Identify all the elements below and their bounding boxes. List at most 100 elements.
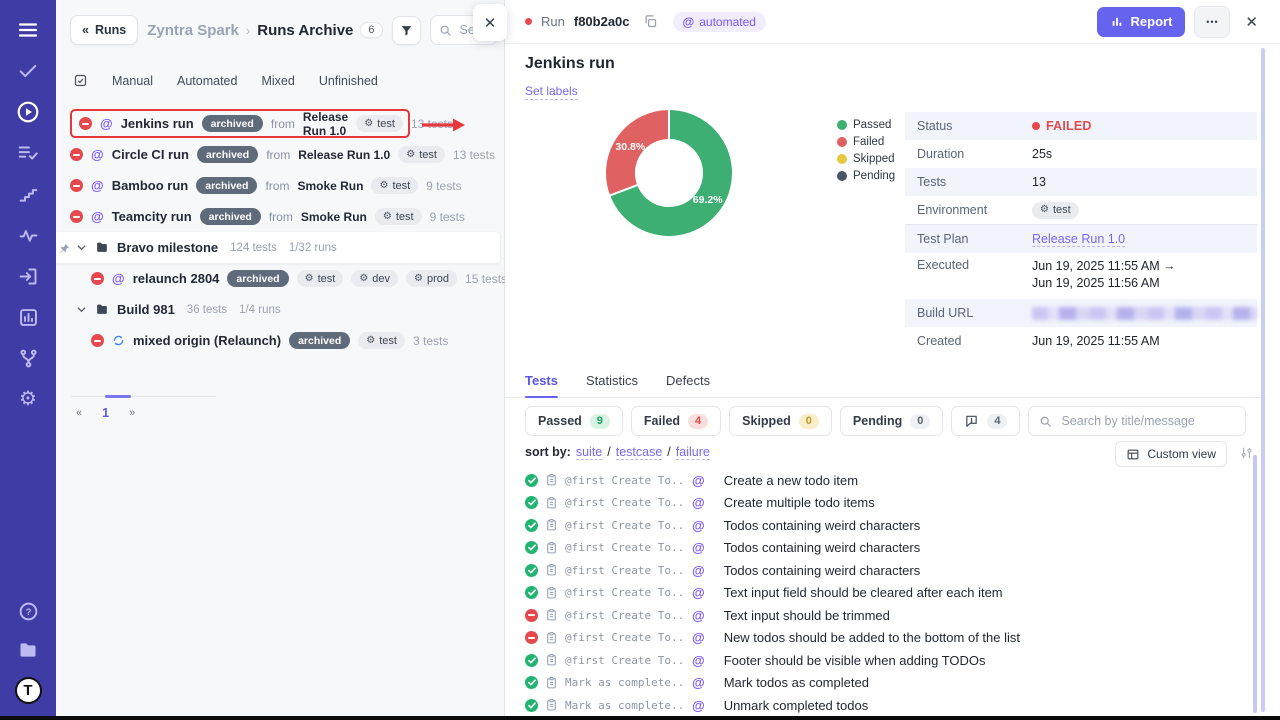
test-row[interactable]: @first Create To... @ Text input field s… <box>525 582 1245 605</box>
steps-icon[interactable] <box>16 182 40 206</box>
environment-badge: ⚙test <box>297 270 344 287</box>
legend-item-pending[interactable]: Pending <box>837 170 895 182</box>
legend-item-failed[interactable]: Failed <box>837 136 895 148</box>
filter-comments-button[interactable]: 4 <box>951 406 1020 436</box>
copy-run-id-button[interactable] <box>643 14 658 29</box>
test-row[interactable]: @first Create To... @ Text input should … <box>525 604 1245 627</box>
panel-scrollbar[interactable] <box>1261 48 1265 712</box>
automated-at-icon: @ <box>692 541 705 554</box>
tests-search-box[interactable] <box>1028 406 1246 436</box>
custom-view-button[interactable]: Custom view <box>1115 441 1227 467</box>
tab-defects[interactable]: Defects <box>666 373 710 397</box>
run-row[interactable]: @ Teamcity run archived from Smoke Run ⚙… <box>70 201 500 232</box>
breadcrumb-project[interactable]: Zyntra Spark <box>147 22 239 39</box>
run-row[interactable]: @ Circle CI run archived from Release Ru… <box>70 139 500 170</box>
test-row[interactable]: Mark as complete... @ Unmark completed t… <box>525 694 1245 717</box>
from-label: from <box>265 179 289 193</box>
tab-tests[interactable]: Tests <box>525 373 558 397</box>
run-type-tab-mixed[interactable]: Mixed <box>261 74 294 88</box>
filter-count-badge: 4 <box>987 414 1007 429</box>
chevron-down-icon[interactable] <box>76 242 87 253</box>
test-row[interactable]: @first Create To... @ Todos containing w… <box>525 559 1245 582</box>
tests-search-input[interactable] <box>1059 413 1235 429</box>
close-detail-button[interactable]: ✕ <box>1245 13 1258 31</box>
run-name: Teamcity run <box>112 209 192 224</box>
filter-pending-button[interactable]: Pending 0 <box>840 406 943 436</box>
run-row[interactable]: @ Bamboo run archived from Smoke Run ⚙te… <box>70 170 500 201</box>
testcase-clipboard-icon <box>545 541 558 555</box>
search-icon <box>1039 415 1052 428</box>
tab-statistics[interactable]: Statistics <box>586 373 638 397</box>
testcase-clipboard-icon <box>545 631 558 645</box>
funnel-icon <box>400 24 413 37</box>
run-status-dot <box>525 18 532 25</box>
settings-gear-icon[interactable]: ⚙ <box>16 387 40 411</box>
milestone-row[interactable]: Bravo milestone 124 tests 1/32 runs <box>56 232 500 263</box>
sort-by-testcase-link[interactable]: testcase <box>616 445 663 460</box>
projects-folder-icon[interactable] <box>16 638 40 662</box>
report-button[interactable]: Report <box>1097 7 1186 37</box>
pagination-next-button[interactable]: » <box>129 407 135 419</box>
legend-dot <box>837 137 847 147</box>
legend-item-skipped[interactable]: Skipped <box>837 153 895 165</box>
logo-avatar[interactable]: T <box>15 677 42 704</box>
test-title: New todos should be added to the bottom … <box>724 630 1020 645</box>
sort-by-suite-link[interactable]: suite <box>576 445 602 460</box>
tests-list-scrollbar[interactable] <box>1253 455 1257 713</box>
pulse-icon[interactable] <box>16 223 40 247</box>
pagination-prev-button[interactable]: « <box>76 407 82 419</box>
test-row[interactable]: @first Create To... @ New todos should b… <box>525 627 1245 650</box>
sort-by-failure-link[interactable]: failure <box>676 445 710 460</box>
test-row[interactable]: @first Create To... @ Todos containing w… <box>525 514 1245 537</box>
close-panel-button[interactable]: ✕ <box>473 4 507 41</box>
test-row[interactable]: @first Create To... @ Todos containing w… <box>525 537 1245 560</box>
run-type-tab-automated[interactable]: Automated <box>177 74 237 88</box>
test-suite-label: @first Create To... <box>565 654 685 667</box>
filter-skipped-button[interactable]: Skipped 0 <box>729 406 832 436</box>
filter-label: Failed <box>644 414 680 428</box>
filter-passed-button[interactable]: Passed 9 <box>525 406 623 436</box>
passed-status-icon <box>525 676 538 689</box>
milestone-row[interactable]: Build 981 36 tests 1/4 runs <box>56 294 500 325</box>
chevron-down-icon[interactable] <box>76 304 87 315</box>
filter-failed-button[interactable]: Failed 4 <box>631 406 721 436</box>
import-icon[interactable] <box>16 264 40 288</box>
set-labels-link[interactable]: Set labels <box>525 84 578 100</box>
back-to-runs-button[interactable]: « Runs <box>70 15 138 45</box>
summary-row: Duration25s <box>905 140 1257 168</box>
legend-item-passed[interactable]: Passed <box>837 119 895 131</box>
select-runs-icon[interactable] <box>73 73 88 88</box>
test-row[interactable]: @first Create To... @ Footer should be v… <box>525 649 1245 672</box>
run-row[interactable]: @ relaunch 2804 archived ⚙test⚙dev⚙prod … <box>70 263 500 294</box>
test-plan-link[interactable]: Release Run 1.0 <box>1032 232 1125 247</box>
testcase-clipboard-icon <box>545 676 558 690</box>
help-icon[interactable]: ? <box>16 599 40 623</box>
run-row[interactable]: @ Jenkins run archived from Release Run … <box>70 109 410 138</box>
test-row[interactable]: @first Create To... @ Create multiple to… <box>525 492 1245 515</box>
test-status-filters: Passed 9 Failed 4 Skipped 0 Pending 0 4 <box>525 406 1246 436</box>
list-check-icon[interactable] <box>16 141 40 165</box>
test-row[interactable]: @first Create To... @ Create a new todo … <box>525 469 1245 492</box>
environment-badge: ⚙prod <box>406 270 457 287</box>
pagination-page-1[interactable]: 1 <box>102 406 109 420</box>
filter-button[interactable] <box>392 16 421 45</box>
automated-at-icon: @ <box>692 496 705 509</box>
comment-alert-icon <box>964 414 979 428</box>
check-icon[interactable] <box>16 59 40 83</box>
more-actions-button[interactable]: ••• <box>1194 6 1230 38</box>
sort-bar: sort by:suite/testcase/failure <box>525 445 710 460</box>
run-play-icon[interactable] <box>16 100 40 124</box>
test-row[interactable]: Mark as complete... @ Mark todos as comp… <box>525 672 1245 695</box>
analytics-chart-icon[interactable] <box>16 305 40 329</box>
view-settings-sliders-icon[interactable] <box>1239 446 1254 465</box>
run-type-tab-unfinished[interactable]: Unfinished <box>319 74 378 88</box>
run-label: Run <box>541 14 565 29</box>
branch-icon[interactable] <box>16 346 40 370</box>
run-type-tab-manual[interactable]: Manual <box>112 74 153 88</box>
run-name: Bamboo run <box>112 178 189 193</box>
menu-icon[interactable] <box>16 18 40 42</box>
sort-separator: / <box>607 445 610 459</box>
run-row[interactable]: mixed origin (Relaunch) archived ⚙test 3… <box>70 325 500 356</box>
automated-badge[interactable]: @ automated <box>673 12 766 32</box>
svg-text:?: ? <box>25 607 31 618</box>
